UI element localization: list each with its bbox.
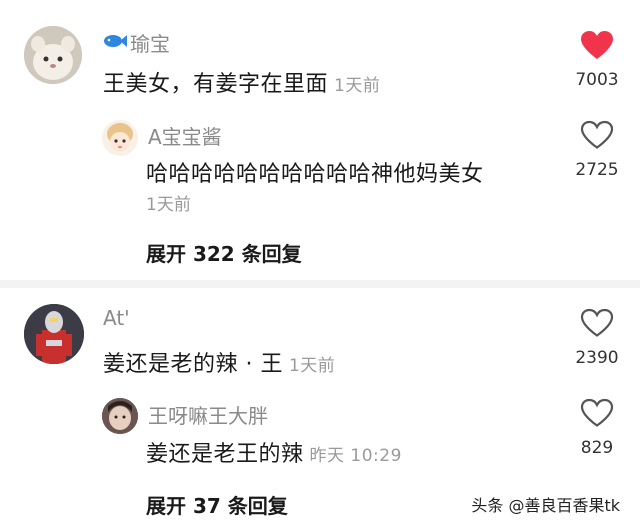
- reply-text: 哈哈哈哈哈哈哈哈哈哈神他妈美女: [146, 162, 484, 187]
- like-count: 7003: [575, 70, 619, 90]
- reply-time: 昨天 10:29: [309, 446, 402, 466]
- comment-body: 王美女，有姜字在里面: [103, 72, 329, 97]
- watermark: 头条 @善良百香果tk: [471, 496, 620, 515]
- avatar[interactable]: [24, 26, 82, 84]
- reply-author[interactable]: 王呀嘛王大胖: [148, 400, 268, 429]
- like-count: 829: [580, 438, 614, 458]
- fish-badge-icon: [103, 33, 127, 53]
- reply-body: 姜还是老王的辣: [146, 442, 304, 467]
- like-heart-icon[interactable]: [580, 308, 614, 338]
- like-count: 2390: [575, 348, 619, 368]
- like-count: 2725: [575, 160, 619, 180]
- reply-text: 姜还是老王的辣 昨天 10:29: [146, 436, 402, 468]
- expand-replies-button[interactable]: 展开 322 条回复: [146, 238, 302, 267]
- comment-author[interactable]: At': [103, 306, 130, 330]
- comment-time: 1天前: [288, 356, 336, 376]
- avatar[interactable]: [102, 398, 138, 434]
- divider: [0, 280, 640, 288]
- comment-text: 王美女，有姜字在里面 1天前: [103, 66, 380, 98]
- avatar[interactable]: [24, 304, 84, 364]
- reply-author[interactable]: A宝宝酱: [148, 121, 222, 150]
- comment-time: 1天前: [334, 76, 381, 96]
- avatar[interactable]: [102, 120, 138, 156]
- like-heart-icon[interactable]: [580, 120, 614, 150]
- like-heart-icon[interactable]: [580, 398, 614, 428]
- reply-time: 1天前: [146, 195, 191, 215]
- like-heart-icon[interactable]: [580, 30, 614, 60]
- comment-item: 瑜宝 王美女，有姜字在里面 1天前 7003 A宝宝酱 哈哈哈哈哈哈哈哈哈哈神他妈…: [0, 0, 640, 278]
- comment-author[interactable]: 瑜宝: [130, 28, 170, 57]
- expand-replies-button[interactable]: 展开 37 条回复: [146, 490, 288, 519]
- comment-text: 姜还是老的辣 · 王 1天前: [103, 346, 335, 378]
- comment-body: 姜还是老的辣 · 王: [103, 352, 283, 377]
